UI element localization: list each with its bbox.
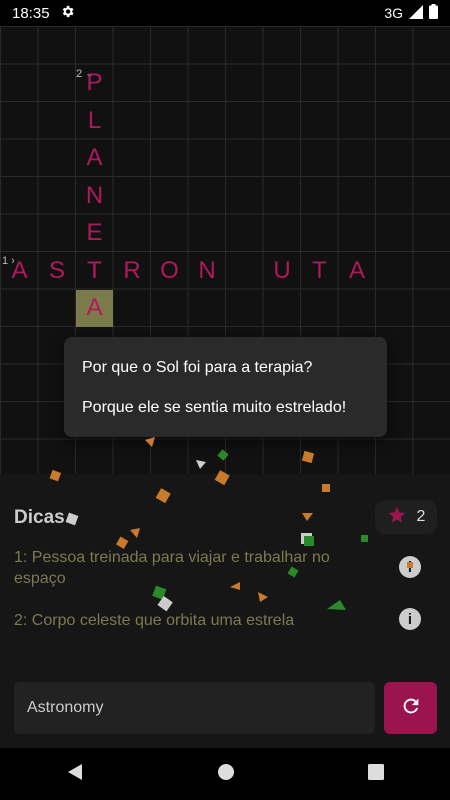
grid-cell[interactable]: T (76, 252, 113, 289)
grid-cell[interactable]: A (76, 140, 113, 177)
grid-cell[interactable]: A (339, 252, 376, 289)
grid-cell[interactable]: A (76, 289, 113, 327)
grid-cell[interactable]: L (76, 102, 113, 139)
answer-input-value: Astronomy (27, 699, 104, 716)
grid-cell[interactable]: E (76, 215, 113, 252)
joke-question: Por que o Sol foi para a terapia? (82, 359, 313, 376)
grid-cell[interactable]: T (301, 252, 338, 289)
status-bar: 18:35 3G (0, 0, 450, 26)
hint-item-2[interactable]: 2: Corpo celeste que orbita uma estrela (14, 610, 364, 631)
gear-icon (60, 4, 75, 23)
score-badge[interactable]: 2 (375, 500, 437, 534)
answer-input[interactable]: Astronomy (14, 682, 375, 734)
recents-icon[interactable] (367, 763, 384, 785)
grid-cell[interactable]: S (39, 252, 76, 289)
grid-cell[interactable]: R (114, 252, 151, 289)
navigation-bar (0, 748, 450, 800)
grid-cell[interactable]: A (1, 252, 38, 289)
grid-cell[interactable]: U (264, 252, 301, 289)
hints-title: Dicas (14, 507, 65, 528)
refresh-button[interactable] (384, 682, 437, 734)
grid-cell[interactable]: O (151, 252, 188, 289)
refresh-icon (400, 695, 422, 722)
joke-dialog[interactable]: Por que o Sol foi para a terapia? Porque… (64, 337, 387, 437)
home-icon[interactable] (217, 763, 235, 786)
status-time: 18:35 (12, 4, 50, 22)
score-value: 2 (416, 508, 426, 525)
signal-icon (409, 4, 423, 22)
grid-cell[interactable]: P (76, 65, 113, 102)
info-icon[interactable]: i (399, 556, 421, 578)
info-icon[interactable]: i (399, 608, 421, 630)
star-icon (387, 505, 407, 530)
network-type: 3G (384, 5, 403, 21)
hint-item-1[interactable]: 1: Pessoa treinada para viajar e trabalh… (14, 547, 364, 589)
back-icon[interactable] (66, 763, 84, 786)
battery-icon (429, 4, 438, 22)
joke-answer: Porque ele se sentia muito estrelado! (82, 399, 347, 416)
grid-cell[interactable]: N (189, 252, 226, 289)
grid-cell[interactable]: N (76, 177, 113, 214)
